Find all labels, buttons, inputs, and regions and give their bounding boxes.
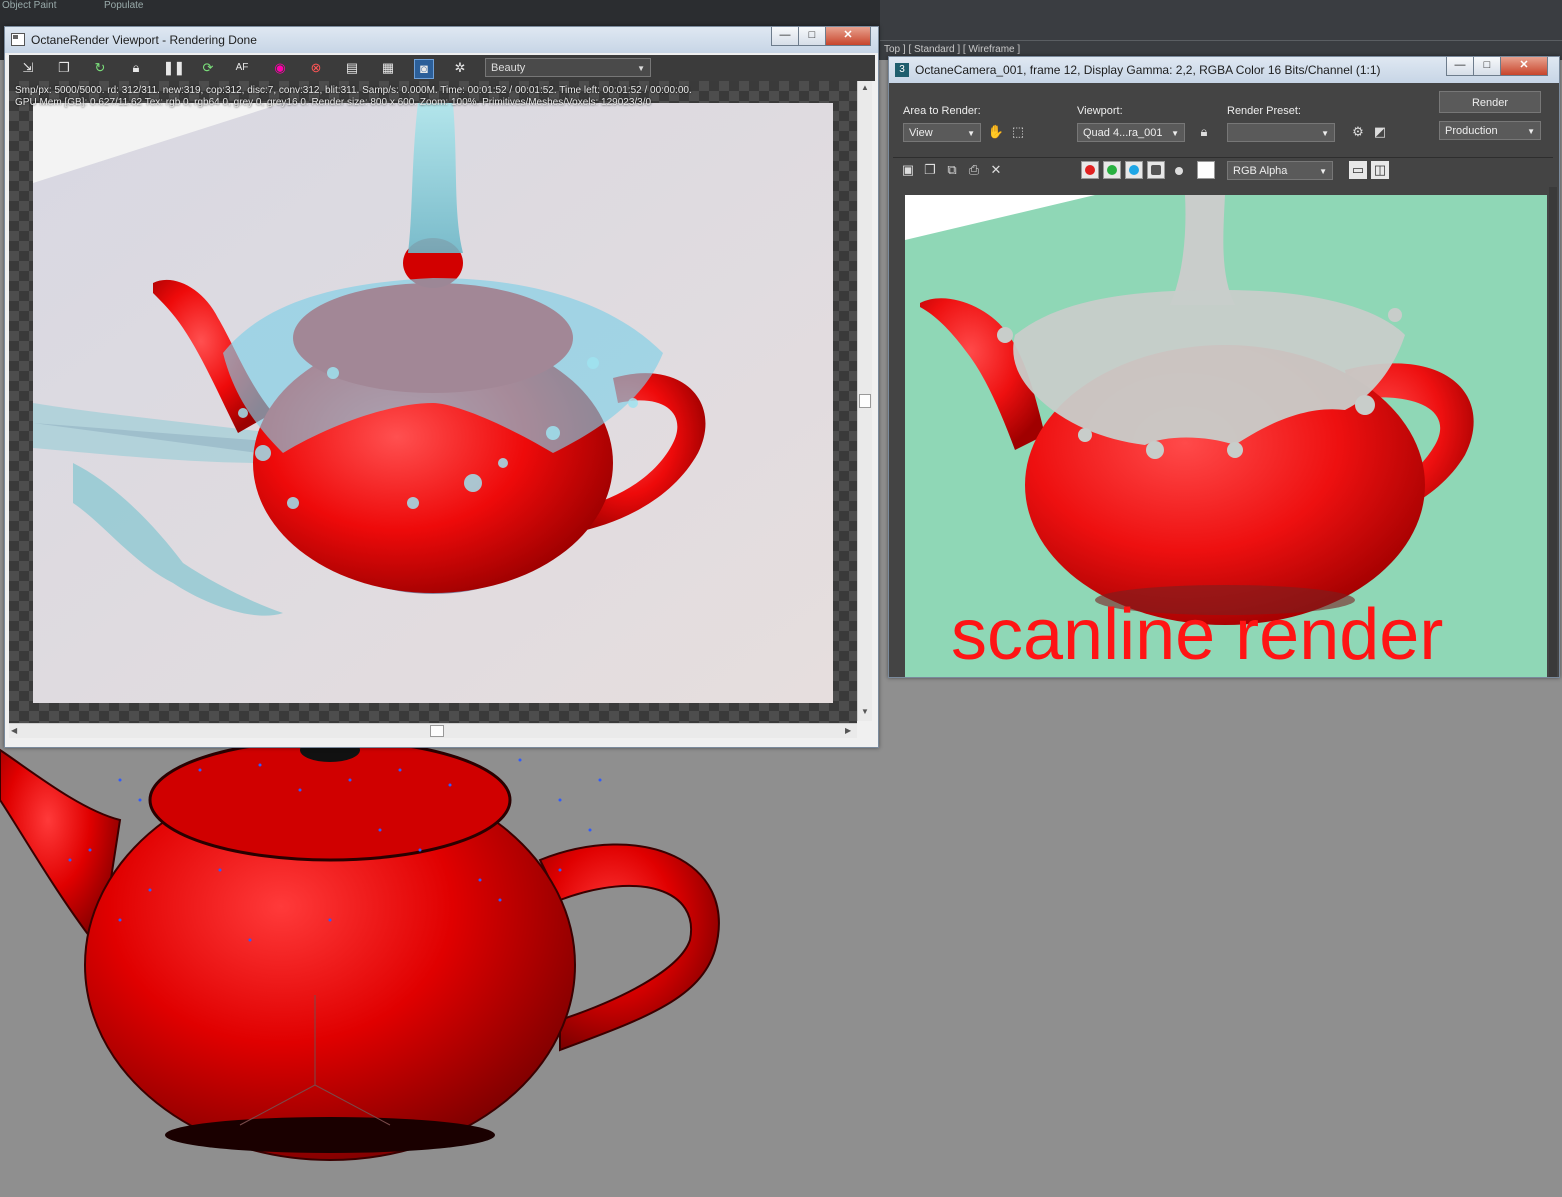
octane-render-image	[33, 103, 833, 703]
save-icon[interactable]: ▣	[899, 161, 917, 179]
render-region-icon[interactable]: ⊗	[307, 59, 325, 77]
chevron-down-icon: ▼	[1171, 129, 1179, 138]
film-icon[interactable]: ▤	[343, 59, 361, 77]
octane-window-title: OctaneRender Viewport - Rendering Done	[31, 33, 257, 47]
production-dropdown[interactable]: Production ▼	[1439, 121, 1541, 140]
horizontal-scrollbar[interactable]: ◀ ▶	[9, 723, 857, 738]
ribbon-tab-populate[interactable]: Populate	[104, 0, 143, 11]
maximize-button[interactable]: □	[1473, 57, 1501, 76]
scroll-down-icon[interactable]: ▼	[861, 707, 869, 716]
lock-icon[interactable]: 🔒︎	[1195, 123, 1213, 141]
frame-buffer-toolbar: ▣ ❐ ⧉ ⎙ ✕ RGB Alpha ▼ ▭ ◫	[893, 157, 1553, 184]
scroll-thumb[interactable]	[430, 725, 444, 737]
pan-icon[interactable]: ✋	[987, 123, 1005, 141]
close-button[interactable]: ✕	[1500, 57, 1548, 76]
viewport-label: Viewport:	[1077, 105, 1123, 117]
minimize-button[interactable]: —	[1446, 57, 1474, 76]
color-picker-icon[interactable]: ◉	[271, 59, 289, 77]
red-channel-dot	[1085, 165, 1095, 175]
octane-toolbar: ⇲ ❐ ↻ 🔒︎ ❚❚ ⟳ AF ◉ ⊗ ▤ ▦ ◙ ✲ Beauty ▼	[9, 55, 875, 81]
minimize-button[interactable]: —	[771, 27, 799, 46]
octane-render-canvas[interactable]: Smp/px: 5000/5000. rd: 312/311. new:319,…	[9, 81, 857, 735]
environment-icon[interactable]: ◩	[1371, 123, 1389, 141]
scroll-right-icon[interactable]: ▶	[845, 726, 851, 735]
pause-icon[interactable]: ❚❚	[163, 59, 185, 77]
chevron-down-icon: ▼	[1321, 129, 1329, 138]
frame-buffer-scrollbar[interactable]	[1549, 187, 1557, 677]
gear-icon[interactable]: ✲	[451, 59, 469, 77]
red-channel-toggle[interactable]	[1081, 161, 1099, 179]
blue-channel-toggle[interactable]	[1125, 161, 1143, 179]
area-to-render-value: View	[909, 127, 933, 139]
restart-icon[interactable]: ↻	[91, 59, 109, 77]
octane-titlebar[interactable]: OctaneRender Viewport - Rendering Done —…	[5, 27, 878, 53]
channel-value: RGB Alpha	[1233, 165, 1288, 177]
area-to-render-label: Area to Render:	[903, 105, 981, 117]
chevron-down-icon: ▼	[1527, 127, 1535, 136]
octane-viewport-window[interactable]: OctaneRender Viewport - Rendering Done —…	[4, 26, 879, 748]
region-icon[interactable]: ⬚	[1009, 123, 1027, 141]
chevron-down-icon: ▼	[1319, 167, 1327, 176]
scanline-render-image: scanline render	[905, 195, 1547, 677]
clear-icon[interactable]: ✕	[987, 161, 1005, 179]
stats-line-2: GPU Mem [GB]: 0.627/11.62 Tex: rgb 0, rg…	[15, 97, 652, 108]
scroll-left-icon[interactable]: ◀	[11, 726, 17, 735]
chevron-down-icon: ▼	[637, 64, 645, 73]
render-statistics: Smp/px: 5000/5000. rd: 312/311. new:319,…	[15, 85, 692, 109]
monochrome-icon[interactable]	[1175, 167, 1183, 175]
render-pass-value: Beauty	[491, 62, 526, 74]
alpha-icon	[1151, 165, 1161, 175]
blue-channel-dot	[1129, 165, 1139, 175]
stats-line-1: Smp/px: 5000/5000. rd: 312/311. new:319,…	[15, 85, 692, 96]
history-icon[interactable]: ◫	[1371, 161, 1389, 179]
channel-dropdown[interactable]: RGB Alpha ▼	[1227, 161, 1333, 180]
lock-icon[interactable]: 🔒︎	[127, 59, 145, 77]
alpha-channel-toggle[interactable]	[1147, 161, 1165, 179]
vertical-scrollbar[interactable]: ▲ ▼	[857, 81, 872, 721]
swatch-icon[interactable]	[1197, 161, 1215, 179]
render-preset-label: Render Preset:	[1227, 105, 1301, 117]
viewport-label[interactable]: Top ] [ Standard ] [ Wireframe ]	[884, 44, 1020, 55]
green-channel-dot	[1107, 165, 1117, 175]
frame-buffer-window[interactable]: 3 OctaneCamera_001, frame 12, Display Ga…	[888, 56, 1560, 678]
clone-icon[interactable]: ⧉	[943, 161, 961, 179]
window-app-icon	[11, 33, 25, 46]
render-button[interactable]: Render	[1439, 91, 1541, 113]
viewport-teapot	[0, 740, 720, 1161]
scroll-up-icon[interactable]: ▲	[861, 83, 869, 92]
render-setup-icon[interactable]: ⚙	[1349, 123, 1367, 141]
copy-icon[interactable]: ❐	[921, 161, 939, 179]
green-channel-toggle[interactable]	[1103, 161, 1121, 179]
close-button[interactable]: ✕	[825, 27, 871, 46]
display-icon[interactable]: ▭	[1349, 161, 1367, 179]
frame-buffer-titlebar[interactable]: 3 OctaneCamera_001, frame 12, Display Ga…	[889, 57, 1559, 83]
scanline-render-caption: scanline render	[951, 595, 1444, 675]
frame-buffer-title: OctaneCamera_001, frame 12, Display Gamm…	[915, 63, 1381, 77]
ribbon-tab-object-paint[interactable]: Object Paint	[2, 0, 56, 11]
camera-icon[interactable]: ◙	[414, 59, 434, 79]
export-icon[interactable]: ⇲	[19, 59, 37, 77]
render-pass-dropdown[interactable]: Beauty ▼	[485, 58, 651, 77]
print-icon[interactable]: ⎙	[965, 161, 983, 179]
viewport-dropdown[interactable]: Quad 4...ra_001 ▼	[1077, 123, 1185, 142]
viewport-value: Quad 4...ra_001	[1083, 127, 1163, 139]
render-preset-dropdown[interactable]: ▼	[1227, 123, 1335, 142]
render-setup-controls: Area to Render: View ▼ ✋ ⬚ Viewport: Qua…	[893, 85, 1553, 155]
max-app-icon: 3	[895, 63, 909, 77]
settings-icon[interactable]: ▦	[379, 59, 397, 77]
scroll-thumb[interactable]	[859, 394, 871, 408]
refresh-icon[interactable]: ⟳	[199, 59, 217, 77]
area-to-render-dropdown[interactable]: View ▼	[903, 123, 981, 142]
copy-icon[interactable]: ❐	[55, 59, 73, 77]
chevron-down-icon: ▼	[967, 129, 975, 138]
production-value: Production	[1445, 125, 1498, 137]
autofocus-icon[interactable]: AF	[233, 59, 251, 77]
maximize-button[interactable]: □	[798, 27, 826, 46]
